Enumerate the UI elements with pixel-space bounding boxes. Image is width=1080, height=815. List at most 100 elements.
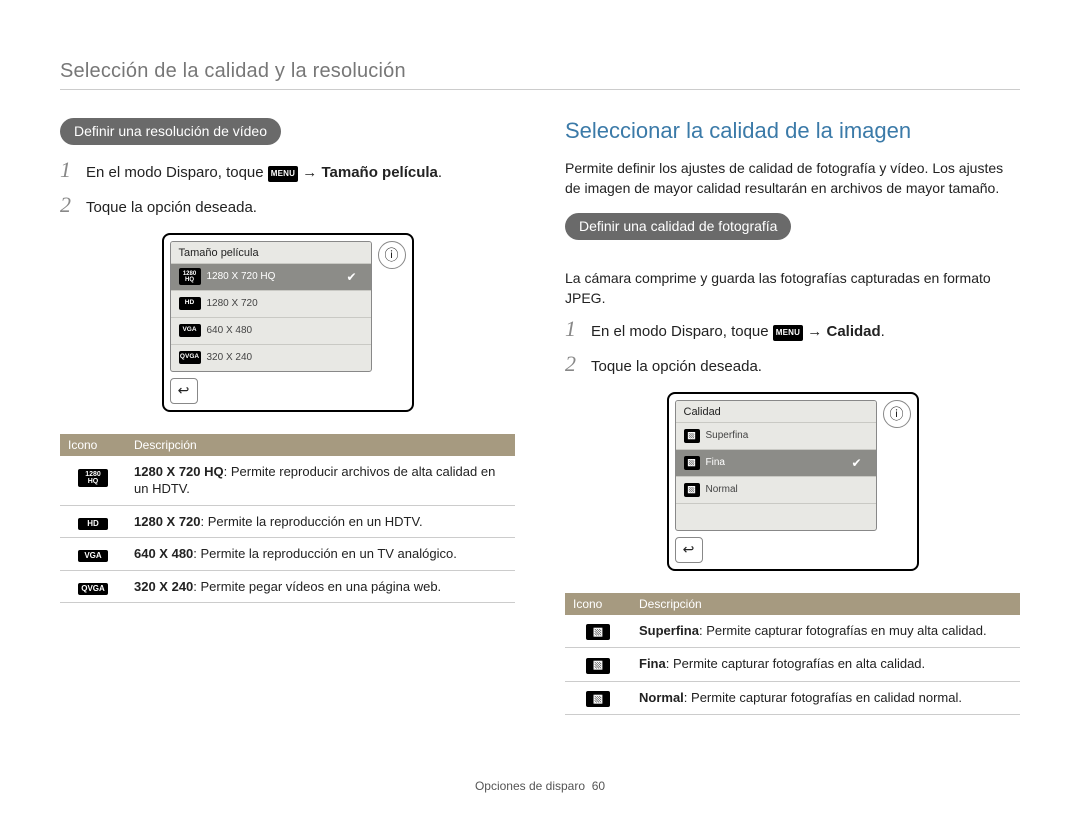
res-icon-qvga: QVGA (78, 583, 108, 595)
quality-icon-fine: ▧ (586, 658, 610, 674)
list-item[interactable]: 1280HQ 1280 X 720 HQ ✔ (171, 263, 371, 290)
list-item-label: Superfina (706, 430, 749, 441)
list-item-label: 640 X 480 (207, 325, 253, 336)
res-icon-qvga: QVGA (179, 351, 201, 364)
menu-icon: MENU (773, 325, 803, 341)
step-text: En el modo Disparo, toque MENU → Tamaño … (86, 162, 442, 184)
step-number: 2 (60, 194, 76, 216)
step-pre: En el modo Disparo, toque (591, 323, 773, 340)
table-row: HD 1280 X 720: Permite la reproducción e… (60, 505, 515, 538)
back-button[interactable]: ↩ (675, 537, 703, 563)
two-column-layout: Definir una resolución de vídeo 1 En el … (60, 118, 1020, 715)
right-column: Seleccionar la calidad de la imagen Perm… (565, 118, 1020, 715)
footer-label: Opciones de disparo (475, 779, 585, 793)
step-pre: En el modo Disparo, toque (86, 164, 268, 181)
col-icon: Icono (60, 434, 126, 456)
step-bold: Tamaño película (321, 164, 437, 181)
quality-icon-normal: ▧ (586, 691, 610, 707)
desc-bold: Fina (639, 656, 666, 671)
desc-rest: : Permite capturar fotografías en muy al… (699, 623, 987, 638)
camera-screen: Tamaño película 1280HQ 1280 X 720 HQ ✔ H… (162, 233, 414, 412)
desc-bold: Normal (639, 690, 684, 705)
desc-rest: : Permite la reproducción en un HDTV. (201, 514, 423, 529)
list-item-label: 320 X 240 (207, 352, 253, 363)
list-item-label: Normal (706, 484, 738, 495)
step-1: 1 En el modo Disparo, toque MENU → Tamañ… (60, 159, 515, 184)
list-item[interactable]: ▧ Fina ✔ (676, 449, 876, 476)
left-column: Definir una resolución de vídeo 1 En el … (60, 118, 515, 715)
table-row: VGA 640 X 480: Permite la reproducción e… (60, 538, 515, 571)
desc-bold: 640 X 480 (134, 546, 193, 561)
res-icon-hd: HD (179, 297, 201, 310)
camera-screen: Calidad ▧ Superfina ▧ Fina ✔ (667, 392, 919, 571)
list-item-empty (676, 503, 876, 530)
step-2: 2 Toque la opción deseada. (565, 353, 1020, 378)
table-row: QVGA 320 X 240: Permite pegar vídeos en … (60, 570, 515, 603)
quality-icon-superfine: ▧ (586, 624, 610, 640)
desc-bold: 320 X 240 (134, 579, 193, 594)
manual-page: Selección de la calidad y la resolución … (0, 0, 1080, 815)
list-item-label: Fina (706, 457, 725, 468)
list-item-label: 1280 X 720 (207, 298, 258, 309)
screenshot-quality: Calidad ▧ Superfina ▧ Fina ✔ (565, 392, 1020, 571)
step-text: Toque la opción deseada. (591, 356, 762, 378)
screenshot-movie-size: Tamaño película 1280HQ 1280 X 720 HQ ✔ H… (60, 233, 515, 412)
arrow-icon: → (803, 323, 826, 340)
table-row: ▧ Superfina: Permite capturar fotografía… (565, 615, 1020, 648)
desc-rest: : Permite la reproducción en un TV analó… (193, 546, 457, 561)
list-title: Calidad (676, 401, 876, 422)
option-list: Calidad ▧ Superfina ▧ Fina ✔ (675, 400, 877, 531)
option-list: Tamaño película 1280HQ 1280 X 720 HQ ✔ H… (170, 241, 372, 372)
step-text: En el modo Disparo, toque MENU → Calidad… (591, 321, 885, 343)
step-number: 2 (565, 353, 581, 375)
res-icon-hd: HD (78, 518, 108, 530)
desc-bold: 1280 X 720 HQ (134, 464, 224, 479)
list-item[interactable]: VGA 640 X 480 (171, 317, 371, 344)
res-icon-vga: VGA (78, 550, 108, 562)
step-text: Toque la opción deseada. (86, 197, 257, 219)
quality-icon-normal: ▧ (684, 483, 700, 497)
info-button[interactable]: ⓘ (378, 241, 406, 269)
check-icon: ✔ (346, 270, 362, 284)
desc-rest: : Permite capturar fotografías en calida… (684, 690, 962, 705)
step-number: 1 (565, 318, 581, 340)
step-post: . (881, 323, 885, 340)
desc-bold: 1280 X 720 (134, 514, 201, 529)
icon-description-table: Icono Descripción 1280HQ 1280 X 720 HQ: … (60, 434, 515, 604)
page-number: 60 (592, 779, 605, 793)
list-item[interactable]: ▧ Normal (676, 476, 876, 503)
step-number: 1 (60, 159, 76, 181)
res-icon-1280hq: 1280HQ (78, 469, 108, 487)
desc-rest: : Permite pegar vídeos en una página web… (193, 579, 441, 594)
table-row: 1280HQ 1280 X 720 HQ: Permite reproducir… (60, 456, 515, 506)
quality-icon-fine: ▧ (684, 456, 700, 470)
table-row: ▧ Normal: Permite capturar fotografías e… (565, 681, 1020, 715)
list-title: Tamaño película (171, 242, 371, 263)
pill-photo-quality: Definir una calidad de fotografía (565, 213, 791, 240)
heading-image-quality: Seleccionar la calidad de la imagen (565, 118, 1020, 144)
menu-icon: MENU (268, 166, 298, 182)
page-footer: Opciones de disparo 60 (0, 779, 1080, 793)
info-button[interactable]: ⓘ (883, 400, 911, 428)
res-icon-1280hq: 1280HQ (179, 268, 201, 285)
desc-bold: Superfina (639, 623, 699, 638)
arrow-icon: → (298, 164, 321, 181)
list-item[interactable]: ▧ Superfina (676, 422, 876, 449)
step-bold: Calidad (826, 323, 880, 340)
col-desc: Descripción (126, 434, 515, 456)
quality-icon-superfine: ▧ (684, 429, 700, 443)
col-icon: Icono (565, 593, 631, 615)
list-item[interactable]: QVGA 320 X 240 (171, 344, 371, 371)
icon-description-table: Icono Descripción ▧ Superfina: Permite c… (565, 593, 1020, 716)
back-button[interactable]: ↩ (170, 378, 198, 404)
step-1: 1 En el modo Disparo, toque MENU → Calid… (565, 318, 1020, 343)
step-2: 2 Toque la opción deseada. (60, 194, 515, 219)
check-icon: ✔ (851, 456, 867, 470)
step-post: . (438, 164, 442, 181)
intro-paragraph: Permite definir los ajustes de calidad d… (565, 158, 1020, 199)
res-icon-vga: VGA (179, 324, 201, 337)
desc-rest: : Permite capturar fotografías en alta c… (666, 656, 925, 671)
list-item-label: 1280 X 720 HQ (207, 271, 276, 282)
col-desc: Descripción (631, 593, 1020, 615)
list-item[interactable]: HD 1280 X 720 (171, 290, 371, 317)
